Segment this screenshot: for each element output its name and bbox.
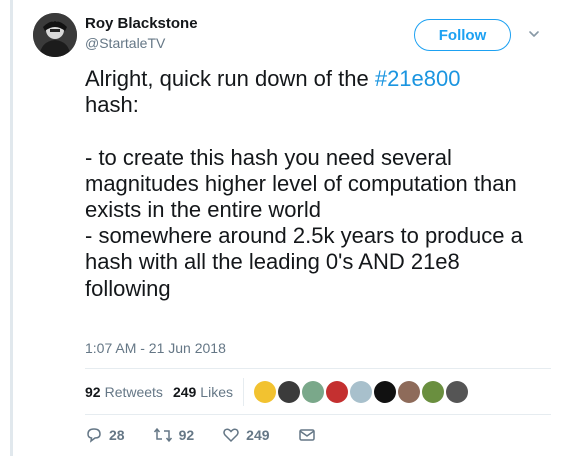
heart-icon (223, 428, 239, 443)
retweet-button[interactable]: 92 (153, 426, 195, 444)
liker-avatar-7[interactable] (397, 381, 420, 403)
divider-top (85, 368, 551, 369)
likers-list (253, 381, 468, 403)
tweet-text-after: hash: - to create this hash you need sev… (85, 92, 523, 301)
liker-avatar-3[interactable] (301, 381, 324, 403)
author-avatar[interactable] (33, 13, 77, 57)
tweet-stats: 92 Retweets 249 Likes (85, 378, 468, 406)
follow-button[interactable]: Follow (414, 19, 511, 51)
likes-count: 249 (172, 384, 197, 400)
liker-avatar-2[interactable] (277, 381, 300, 403)
retweets-label: Retweets (104, 384, 163, 400)
tweet-actions: 28 92 249 (85, 425, 350, 445)
liker-avatar-5[interactable] (349, 381, 372, 403)
like-button[interactable]: 249 (222, 426, 270, 444)
liker-avatar-1[interactable] (253, 381, 276, 403)
author-name[interactable]: Roy Blackstone (85, 15, 198, 32)
likes-stat[interactable]: 249 Likes (173, 384, 233, 400)
thread-line (10, 0, 13, 456)
divider-bottom (85, 414, 551, 415)
tweet-text-before: Alright, quick run down of the (85, 66, 375, 91)
retweets-count: 92 (85, 384, 101, 400)
liker-avatar-8[interactable] (421, 381, 444, 403)
likes-label: Likes (200, 384, 233, 400)
envelope-icon (298, 429, 315, 441)
stats-divider (242, 378, 244, 406)
like-count: 249 (246, 427, 270, 443)
retweet-count: 92 (178, 427, 195, 443)
hashtag-link[interactable]: #21e800 (375, 66, 461, 91)
tweet-text: Alright, quick run down of the #21e800 h… (85, 66, 550, 302)
retweet-icon (153, 427, 172, 443)
reply-button[interactable]: 28 (85, 426, 125, 444)
liker-avatar-4[interactable] (325, 381, 348, 403)
liker-avatar-6[interactable] (373, 381, 396, 403)
reply-count: 28 (109, 427, 125, 443)
tweet-timestamp[interactable]: 1:07 AM - 21 Jun 2018 (85, 340, 226, 356)
author-handle[interactable]: @StartaleTV (85, 35, 165, 51)
liker-avatar-9[interactable] (445, 381, 468, 403)
chevron-down-icon[interactable] (527, 27, 541, 41)
retweets-stat[interactable]: 92 Retweets (85, 384, 163, 400)
reply-icon (87, 428, 101, 443)
direct-message-button[interactable] (298, 426, 322, 444)
